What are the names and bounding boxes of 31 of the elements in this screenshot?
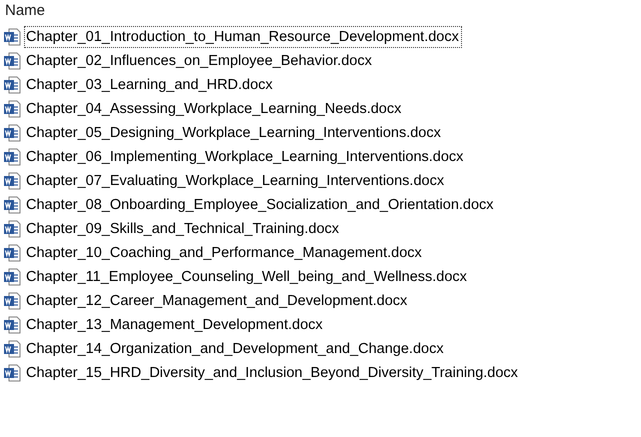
file-name[interactable]: Chapter_04_Assessing_Workplace_Learning_Needs.docx: [24, 98, 404, 120]
word-document-icon: [3, 76, 21, 94]
word-document-icon: [3, 220, 21, 238]
file-name[interactable]: Chapter_14_Organization_and_Development_and_Change.docx: [24, 338, 447, 360]
column-header[interactable]: Name: [5, 2, 46, 20]
file-name[interactable]: Chapter_05_Designing_Workplace_Learning_Interventions.docx: [24, 122, 444, 144]
file-name[interactable]: Chapter_07_Evaluating_Workplace_Learning_Interventions.docx: [24, 170, 448, 192]
file-name[interactable]: Chapter_12_Career_Management_and_Development.docx: [24, 290, 410, 312]
word-document-icon: [3, 244, 21, 262]
word-document-icon: [3, 100, 21, 118]
word-document-icon: [3, 364, 21, 382]
word-document-icon: [3, 316, 21, 334]
word-document-icon: [3, 292, 21, 310]
file-name[interactable]: Chapter_13_Management_Development.docx: [24, 314, 326, 336]
file-name[interactable]: Chapter_03_Learning_and_HRD.docx: [24, 74, 276, 96]
word-document-icon: [3, 148, 21, 166]
word-document-icon: [3, 172, 21, 190]
file-name[interactable]: Chapter_15_HRD_Diversity_and_Inclusion_Beyond_Diversity_Training.docx: [24, 362, 521, 384]
word-document-icon: [3, 52, 21, 70]
word-document-icon: [3, 268, 21, 286]
file-name[interactable]: Chapter_09_Skills_and_Technical_Training.docx: [24, 218, 342, 240]
file-name[interactable]: Chapter_10_Coaching_and_Performance_Management.docx: [24, 242, 425, 264]
word-document-icon: [3, 124, 21, 142]
file-name[interactable]: Chapter_02_Influences_on_Employee_Behavior.docx: [24, 50, 375, 72]
file-name[interactable]: Chapter_06_Implementing_Workplace_Learning_Interventions.docx: [24, 146, 466, 168]
word-document-icon: [3, 28, 21, 46]
file-name[interactable]: Chapter_11_Employee_Counseling_Well_being_and_Wellness.docx: [24, 266, 470, 288]
word-document-icon: [3, 340, 21, 358]
file-name[interactable]: Chapter_08_Onboarding_Employee_Socialization_and_Orientation.docx: [24, 194, 497, 216]
word-document-icon: [3, 196, 21, 214]
file-name[interactable]: Chapter_01_Introduction_to_Human_Resource_Development.docx: [24, 26, 462, 48]
